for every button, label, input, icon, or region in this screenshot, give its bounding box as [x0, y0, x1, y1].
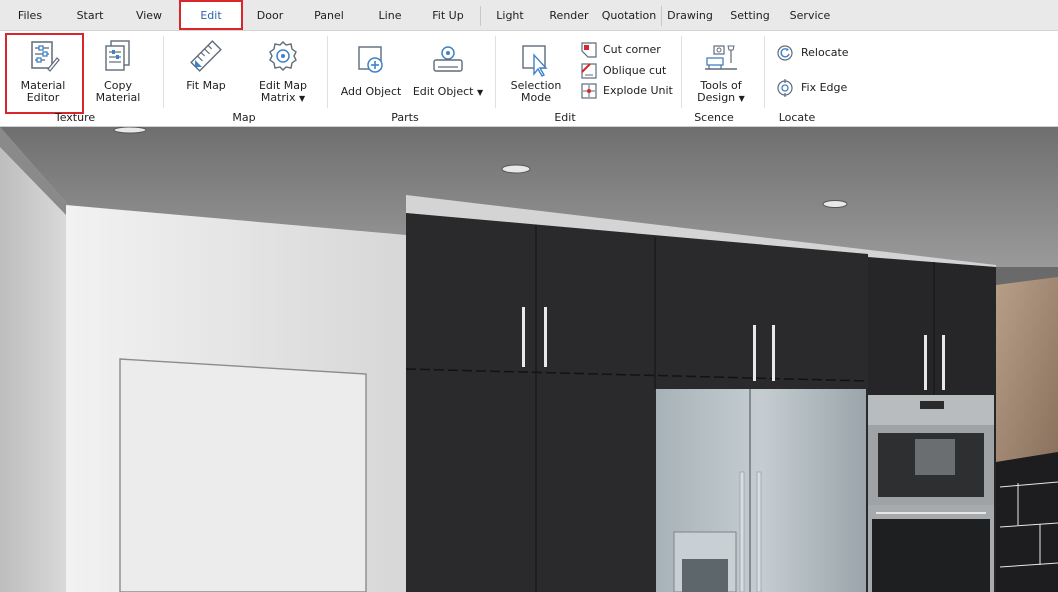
chevron-down-icon: ▼	[298, 94, 306, 103]
copy-material-label-2: Material	[95, 91, 141, 104]
ribbon-separator	[764, 36, 765, 108]
fix-edge-button[interactable]: Fix Edge	[776, 79, 856, 97]
group-label-scene: Scence	[694, 111, 734, 124]
selection-mode-label-2: Mode	[521, 91, 551, 104]
tab-door[interactable]: Door	[250, 0, 290, 30]
add-box-icon	[358, 46, 383, 73]
add-object-label: Add Object	[340, 85, 402, 98]
edit-object-button[interactable]: Edit Object ▼	[412, 43, 484, 99]
tools-of-design-label-2: Design ▼	[697, 91, 745, 104]
ribbon-separator	[163, 36, 164, 108]
group-label-map: Map	[232, 111, 256, 124]
gear-icon	[269, 41, 297, 71]
tab-view[interactable]: View	[128, 0, 170, 30]
tab-service[interactable]: Service	[787, 0, 833, 30]
oblique-cut-icon	[581, 63, 597, 79]
menu-separator	[480, 6, 481, 26]
menu-bar: Files Start View Edit Door Panel Line Fi…	[0, 0, 1058, 31]
material-editor-label-2: Editor	[26, 91, 60, 104]
relocate-button[interactable]: Relocate	[776, 44, 856, 62]
tab-render[interactable]: Render	[545, 0, 593, 30]
tab-files[interactable]: Files	[10, 0, 50, 30]
tab-light[interactable]: Light	[490, 0, 530, 30]
group-label-locate: Locate	[778, 111, 816, 124]
fit-map-button[interactable]: Fit Map	[176, 39, 236, 92]
edit-map-matrix-button[interactable]: Edit Map Matrix ▼	[250, 39, 316, 105]
selection-mode-button[interactable]: Selection Mode	[504, 43, 568, 104]
cut-corner-label: Cut corner	[603, 43, 661, 56]
tab-line[interactable]: Line	[370, 0, 410, 30]
relocate-label: Relocate	[801, 46, 849, 59]
oblique-cut-label: Oblique cut	[603, 64, 667, 77]
group-label-parts: Parts	[391, 111, 419, 124]
tab-setting[interactable]: Setting	[728, 0, 772, 30]
furniture-design-icon	[705, 45, 737, 70]
add-object-button[interactable]: Add Object	[338, 43, 404, 98]
copy-material-button[interactable]: Copy Material	[86, 39, 150, 104]
cut-corner-icon	[581, 42, 597, 58]
menu-separator	[661, 6, 662, 26]
edit-object-label: Edit Object ▼	[412, 85, 484, 98]
explode-icon	[581, 83, 597, 99]
ribbon-toolbar: Material Editor Copy Material Texture Fi…	[0, 31, 1058, 127]
relocate-icon	[777, 45, 793, 61]
tab-quotation[interactable]: Quotation	[601, 0, 657, 30]
group-label-edit: Edit	[554, 111, 576, 124]
oblique-cut-button[interactable]: Oblique cut	[581, 63, 671, 79]
chevron-down-icon: ▼	[476, 88, 484, 97]
kitchen-scene-render	[0, 127, 1058, 592]
explode-unit-button[interactable]: Explode Unit	[581, 83, 673, 99]
tab-drawing[interactable]: Drawing	[666, 0, 714, 30]
fit-map-label: Fit Map	[186, 79, 226, 92]
3d-viewport[interactable]	[0, 127, 1058, 592]
tab-fit-up[interactable]: Fit Up	[426, 0, 470, 30]
cut-corner-button[interactable]: Cut corner	[581, 42, 671, 58]
ribbon-separator	[327, 36, 328, 108]
ruler-diagonal-icon	[190, 40, 222, 72]
fix-edge-icon	[777, 79, 793, 97]
fix-edge-label: Fix Edge	[801, 81, 848, 94]
material-editor-button[interactable]: Material Editor	[8, 39, 78, 104]
cursor-select-icon	[522, 45, 548, 77]
tab-panel[interactable]: Panel	[308, 0, 350, 30]
tools-of-design-button[interactable]: Tools of Design ▼	[690, 43, 752, 105]
sliders-pencil-icon	[31, 41, 60, 72]
chevron-down-icon: ▼	[738, 94, 745, 103]
ribbon-separator	[681, 36, 682, 108]
tab-edit[interactable]: Edit	[179, 0, 243, 30]
settings-tray-icon	[433, 46, 463, 72]
group-label-texture: Texture	[54, 111, 96, 124]
tab-start[interactable]: Start	[70, 0, 110, 30]
explode-unit-label: Explode Unit	[603, 84, 673, 97]
copy-doc-icon	[105, 40, 130, 71]
ribbon-separator	[495, 36, 496, 108]
edit-map-matrix-label-2: Matrix ▼	[260, 91, 306, 104]
